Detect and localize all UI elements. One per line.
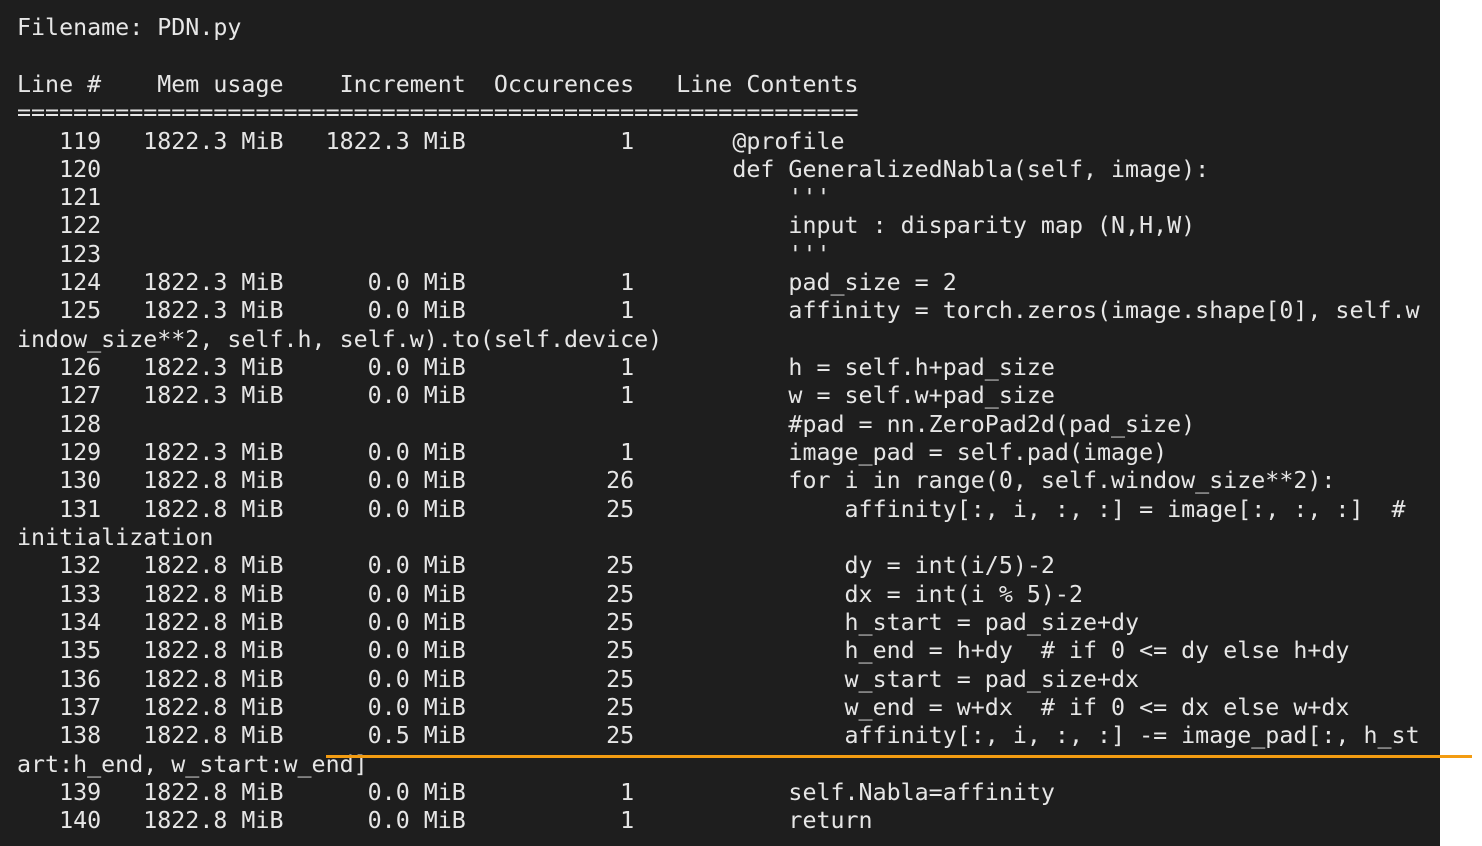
table-row: 139 1822.8 MiB 0.0 MiB 1 self.Nabla=affi… xyxy=(17,779,1055,807)
table-row: 132 1822.8 MiB 0.0 MiB 25 dy = int(i/5)-… xyxy=(17,552,1055,580)
table-row: 136 1822.8 MiB 0.0 MiB 25 w_start = pad_… xyxy=(17,665,1140,693)
table-row: initialization xyxy=(17,524,214,552)
table-row: 120 def GeneralizedNabla(self, image): xyxy=(17,155,1210,183)
table-row: 133 1822.8 MiB 0.0 MiB 25 dx = int(i % 5… xyxy=(17,580,1083,608)
table-separator: ========================================… xyxy=(17,99,859,126)
table-row: 119 1822.3 MiB 1822.3 MiB 1 @profile xyxy=(17,127,845,155)
table-row: 138 1822.8 MiB 0.5 MiB 25 affinity[:, i,… xyxy=(17,722,1420,750)
table-row: 125 1822.3 MiB 0.0 MiB 1 affinity = torc… xyxy=(17,297,1420,325)
highlight-underline xyxy=(326,755,1472,758)
table-row: 124 1822.3 MiB 0.0 MiB 1 pad_size = 2 xyxy=(17,269,957,297)
table-row: 127 1822.3 MiB 0.0 MiB 1 w = self.w+pad_… xyxy=(17,382,1055,410)
filename-line: Filename: PDN.py xyxy=(17,14,242,41)
table-row: 123 ''' xyxy=(17,240,831,268)
table-row: art:h_end, w_start:w_end] xyxy=(17,750,368,778)
table-row: 126 1822.3 MiB 0.0 MiB 1 h = self.h+pad_… xyxy=(17,354,1055,382)
table-row: 129 1822.3 MiB 0.0 MiB 1 image_pad = sel… xyxy=(17,439,1168,467)
table-row: 131 1822.8 MiB 0.0 MiB 25 affinity[:, i,… xyxy=(17,495,1406,523)
table-row: 121 ''' xyxy=(17,184,831,212)
table-row: 128 #pad = nn.ZeroPad2d(pad_size) xyxy=(17,410,1196,438)
table-row: 130 1822.8 MiB 0.0 MiB 26 for i in range… xyxy=(17,467,1336,495)
table-row: 134 1822.8 MiB 0.0 MiB 25 h_start = pad_… xyxy=(17,609,1140,637)
table-row: 135 1822.8 MiB 0.0 MiB 25 h_end = h+dy #… xyxy=(17,637,1350,665)
table-row: 122 input : disparity map (N,H,W) xyxy=(17,212,1196,240)
terminal-output: Filename: PDN.py Line # Mem usage Increm… xyxy=(0,0,1440,846)
table-row: 137 1822.8 MiB 0.0 MiB 25 w_end = w+dx #… xyxy=(17,694,1350,722)
table-header: Line # Mem usage Increment Occurences Li… xyxy=(17,71,859,98)
table-row: indow_size**2, self.h, self.w).to(self.d… xyxy=(17,325,663,353)
table-row: 140 1822.8 MiB 0.0 MiB 1 return xyxy=(17,807,873,835)
